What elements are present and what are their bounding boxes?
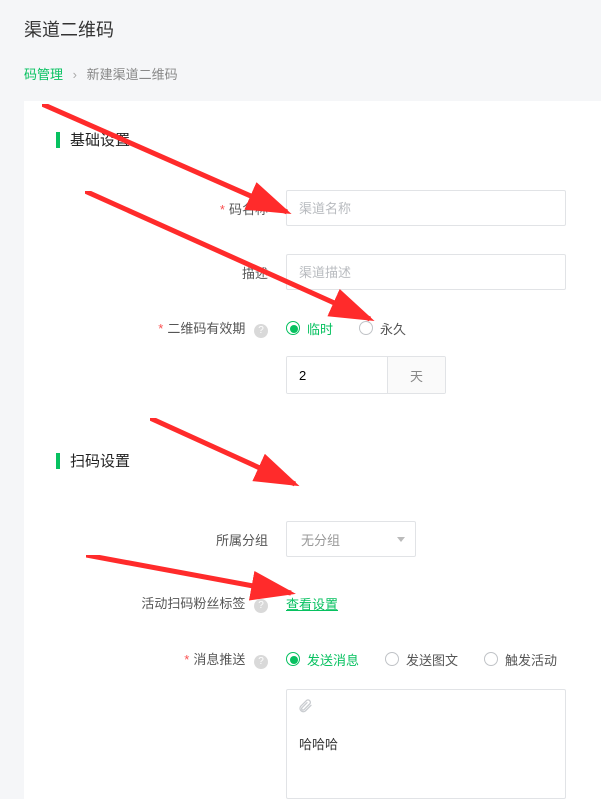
breadcrumb-current: 新建渠道二维码: [87, 67, 178, 82]
form-card: 基础设置 *码名称 描述 *二维码有效期 ? 临时: [24, 101, 601, 799]
fan-tag-view-link[interactable]: 查看设置: [286, 597, 338, 612]
radio-dot-icon: [286, 321, 300, 335]
row-push: *消息推送 ? 发送消息 发送图文 触发活动: [24, 649, 601, 669]
label-desc: 描述: [56, 263, 286, 282]
push-radio-group: 发送消息 发送图文 触发活动: [286, 650, 601, 669]
label-validity: *二维码有效期 ?: [56, 318, 286, 338]
radio-dot-icon: [286, 652, 300, 666]
chevron-down-icon: [397, 537, 405, 542]
message-editor[interactable]: 哈哈哈: [286, 689, 566, 799]
row-desc: 描述: [24, 254, 601, 290]
attachment-icon[interactable]: [297, 698, 313, 719]
validity-radio-perm[interactable]: 永久: [359, 319, 406, 338]
duration-input[interactable]: [287, 357, 387, 393]
duration-unit: 天: [387, 357, 445, 393]
breadcrumb-link[interactable]: 码管理: [24, 67, 63, 82]
desc-input[interactable]: [286, 254, 566, 290]
radio-dot-icon: [385, 652, 399, 666]
row-validity: *二维码有效期 ? 临时 永久: [24, 318, 601, 338]
label-push: *消息推送 ?: [56, 649, 286, 669]
code-name-input[interactable]: [286, 190, 566, 226]
section-scan-title: 扫码设置: [24, 450, 601, 471]
section-basic-title: 基础设置: [24, 129, 601, 150]
label-group: 所属分组: [56, 530, 286, 549]
row-msg-box: 哈哈哈: [24, 689, 601, 799]
push-radio-trigger-activity[interactable]: 触发活动: [484, 650, 557, 669]
validity-radio-group: 临时 永久: [286, 319, 601, 338]
validity-radio-temp[interactable]: 临时: [286, 319, 333, 338]
radio-dot-icon: [484, 652, 498, 666]
help-icon: ?: [254, 655, 268, 669]
row-fan-tag: 活动扫码粉丝标签 ? 查看设置: [24, 593, 601, 613]
breadcrumb: 码管理 › 新建渠道二维码: [0, 54, 601, 101]
message-content: 哈哈哈: [299, 700, 553, 753]
help-icon: ?: [254, 324, 268, 338]
label-code-name: *码名称: [56, 199, 286, 218]
push-radio-send-media[interactable]: 发送图文: [385, 650, 458, 669]
breadcrumb-sep: ›: [73, 67, 77, 82]
duration-wrap: 天: [286, 356, 446, 394]
page-title: 渠道二维码: [0, 0, 601, 54]
row-duration: 天: [24, 356, 601, 394]
row-code-name: *码名称: [24, 190, 601, 226]
label-fan-tag: 活动扫码粉丝标签 ?: [56, 593, 286, 613]
push-radio-send-msg[interactable]: 发送消息: [286, 650, 359, 669]
row-group: 所属分组 无分组: [24, 521, 601, 557]
help-icon: ?: [254, 599, 268, 613]
group-select[interactable]: 无分组: [286, 521, 416, 557]
radio-dot-icon: [359, 321, 373, 335]
